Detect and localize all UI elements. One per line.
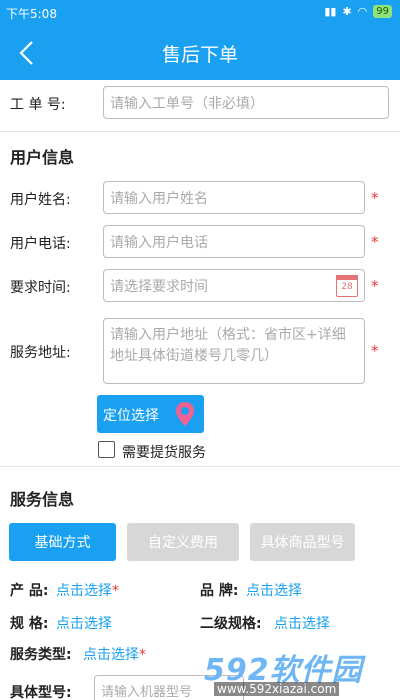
user-name-placeholder: 请输入用户姓名 xyxy=(110,190,208,207)
required-mark: * xyxy=(371,277,379,295)
service-info-title: 服务信息 xyxy=(10,490,75,509)
required-mark: * xyxy=(112,583,119,599)
locate-button[interactable]: 定位选择 xyxy=(97,395,204,433)
product-label: 产 品: xyxy=(10,583,49,599)
service-address-label: 服务地址: xyxy=(10,345,71,361)
spec-select[interactable]: 点击选择 xyxy=(56,613,112,633)
user-name-input[interactable]: 请输入用户姓名 xyxy=(103,181,365,214)
signal-icon: ▮▮ xyxy=(324,5,337,18)
calendar-icon[interactable]: 28 xyxy=(336,275,358,297)
page-title: 售后下单 xyxy=(161,44,238,66)
location-pin-icon xyxy=(176,402,194,426)
locate-button-label: 定位选择 xyxy=(103,408,159,424)
bluetooth-icon: ✱ xyxy=(342,5,352,18)
spec-label: 规 格: xyxy=(10,616,49,632)
status-time: 下午5:08 xyxy=(6,7,57,21)
user-phone-label: 用户电话: xyxy=(10,236,71,252)
brand-select[interactable]: 点击选择 xyxy=(246,580,302,600)
sub-spec-select[interactable]: 点击选择 xyxy=(274,613,330,633)
pickup-service-checkbox[interactable] xyxy=(98,441,115,458)
brand-label: 品 牌: xyxy=(200,583,239,599)
service-type-select[interactable]: 点击选择* xyxy=(83,644,146,664)
product-select-text: 点击选择 xyxy=(56,583,112,599)
watermark-url: www.592xiazai.com xyxy=(214,682,340,696)
calendar-day: 28 xyxy=(341,282,353,292)
wifi-icon: ◠ xyxy=(357,5,368,18)
service-type-label: 服务类型: xyxy=(10,647,72,663)
battery-icon: 99 xyxy=(373,5,392,18)
required-mark: * xyxy=(371,342,379,360)
model-placeholder: 请输入机器型号 xyxy=(101,684,193,700)
required-time-placeholder: 请选择要求时间 xyxy=(110,278,208,295)
divider xyxy=(0,131,400,132)
model-label: 具体型号: xyxy=(10,685,72,700)
required-mark: * xyxy=(371,189,379,207)
service-address-input[interactable]: 请输入用户地址（格式：省市区+详细地址具体街道楼号几零几） xyxy=(103,318,365,384)
required-time-input[interactable]: 请选择要求时间 28 xyxy=(103,269,365,302)
status-bar: 下午5:08 ▮▮ ✱ ◠ 99 xyxy=(0,0,400,26)
pickup-service-label: 需要提货服务 xyxy=(122,445,206,461)
order-number-input[interactable]: 请输入工单号（非必填） xyxy=(103,86,389,119)
user-phone-placeholder: 请输入用户电话 xyxy=(110,234,208,251)
nav-bar: 售后下单 xyxy=(0,26,400,80)
tab-custom-fee[interactable]: 自定义费用 xyxy=(127,523,239,561)
user-phone-input[interactable]: 请输入用户电话 xyxy=(103,225,365,258)
order-number-label: 工 单 号: xyxy=(10,97,66,113)
service-address-placeholder: 请输入用户地址（格式：省市区+详细地址具体街道楼号几零几） xyxy=(110,327,346,364)
required-mark: * xyxy=(139,647,146,663)
service-type-select-text: 点击选择 xyxy=(83,647,139,663)
user-info-title: 用户信息 xyxy=(10,148,75,167)
sub-spec-label: 二级规格: xyxy=(200,616,262,632)
tab-product-model[interactable]: 具体商品型号 xyxy=(250,523,355,561)
tab-basic-mode[interactable]: 基础方式 xyxy=(9,523,116,561)
watermark-logo: 592软件园 www.592xiazai.com xyxy=(200,645,400,700)
product-select[interactable]: 点击选择* xyxy=(56,580,119,600)
divider xyxy=(0,466,400,467)
status-icons: ▮▮ ✱ ◠ 99 xyxy=(324,5,392,18)
required-time-label: 要求时间: xyxy=(10,280,71,296)
required-mark: * xyxy=(371,233,379,251)
order-number-placeholder: 请输入工单号（非必填） xyxy=(110,95,264,112)
user-name-label: 用户姓名: xyxy=(10,192,71,208)
